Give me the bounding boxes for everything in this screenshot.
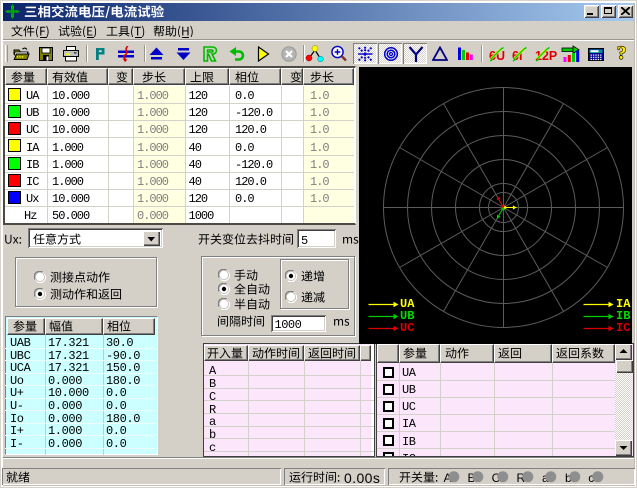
svg-text:?: ?: [617, 43, 627, 63]
